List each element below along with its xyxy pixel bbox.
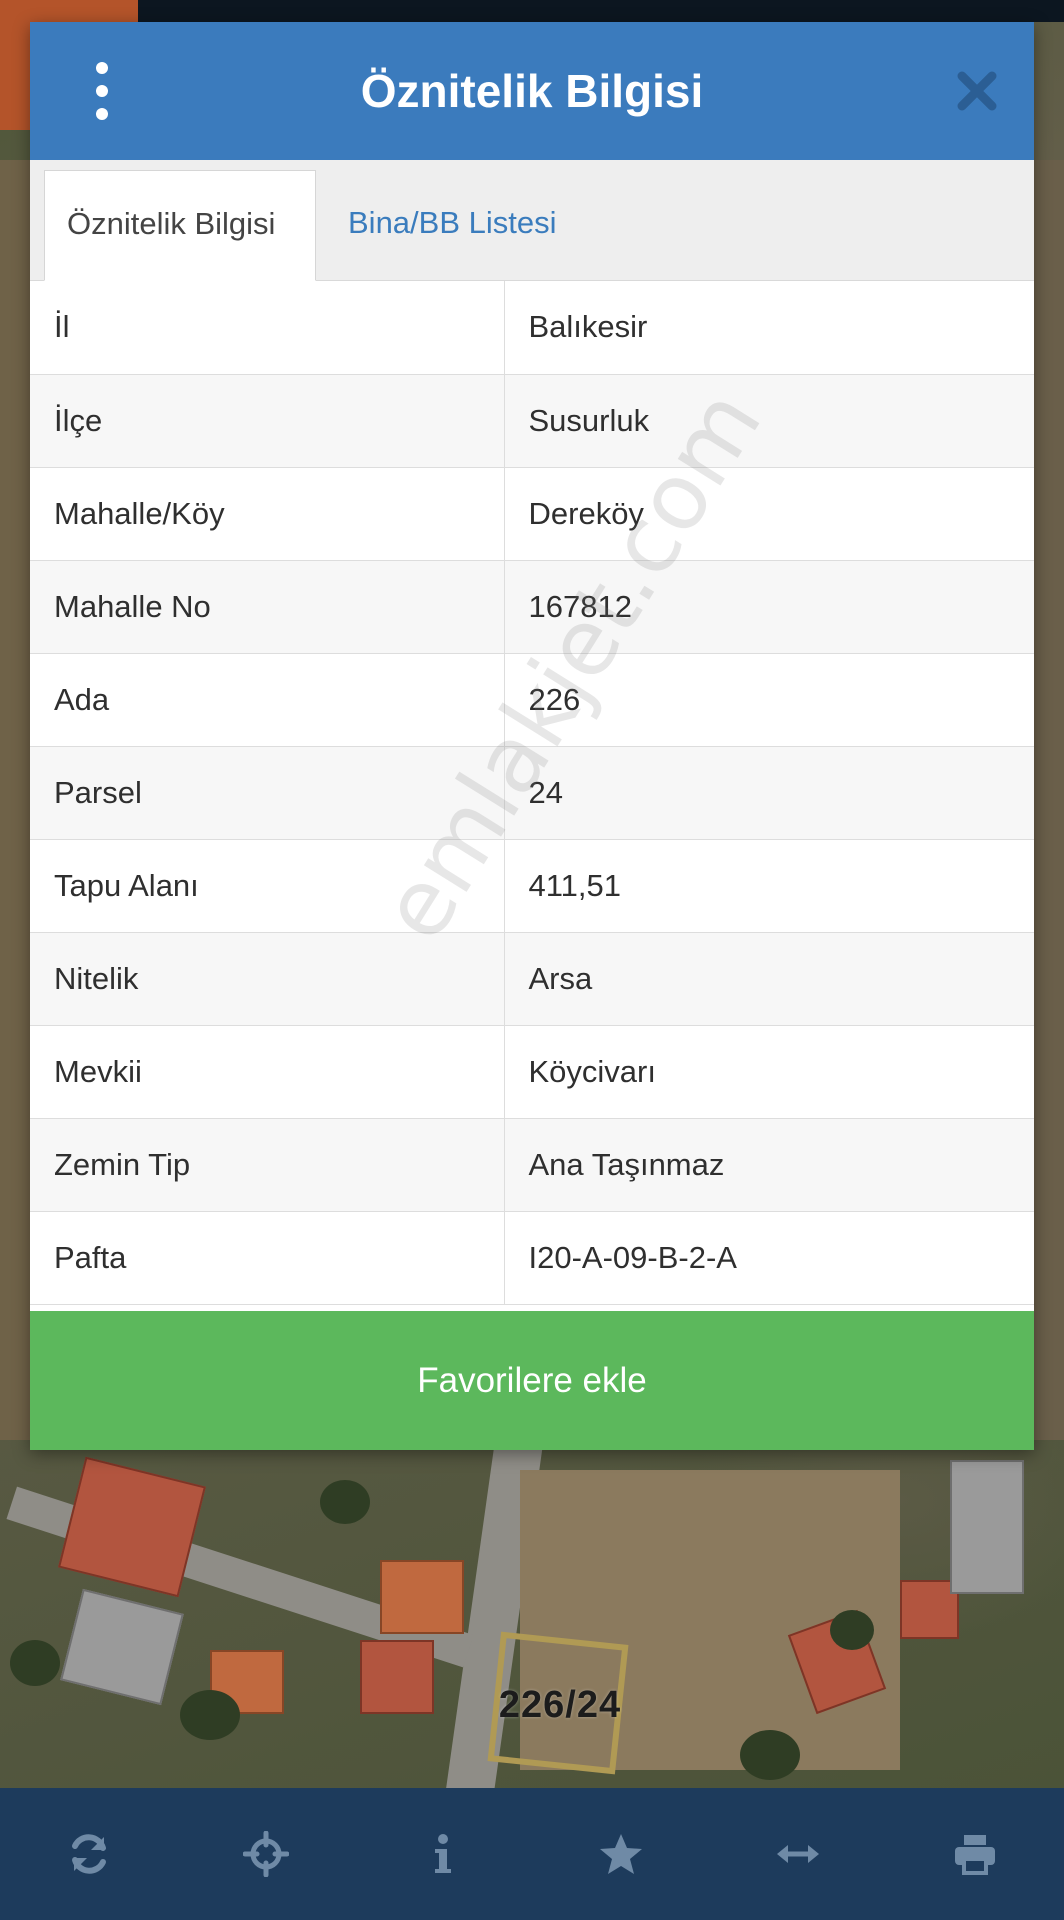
bottom-toolbar — [0, 1788, 1064, 1920]
dialog-header: Öznitelik Bilgisi — [30, 22, 1034, 160]
table-row: Mahalle No 167812 — [30, 560, 1034, 654]
map-parcel-label: 226/24 — [498, 1684, 622, 1726]
attribute-value: 411,51 — [504, 839, 1034, 933]
attribute-value: 24 — [504, 746, 1034, 840]
table-row: Mahalle/Köy Dereköy — [30, 467, 1034, 561]
print-icon[interactable] — [930, 1809, 1020, 1899]
table-row: Mevkii Köycivarı — [30, 1025, 1034, 1119]
attribute-key: İl — [30, 281, 505, 375]
attribute-key: Nitelik — [30, 932, 505, 1026]
attribute-value: Ana Taşınmaz — [504, 1118, 1034, 1212]
table-row: Ada 226 — [30, 653, 1034, 747]
map-field — [0, 160, 30, 1440]
attribute-key: Zemin Tip — [30, 1118, 505, 1212]
tab-attribute-info[interactable]: Öznitelik Bilgisi — [44, 170, 316, 281]
map-building — [360, 1640, 434, 1714]
table-row: İl Balıkesir — [30, 281, 1034, 375]
map-tree — [10, 1640, 60, 1686]
dialog-title: Öznitelik Bilgisi — [360, 65, 704, 117]
refresh-icon[interactable] — [44, 1809, 134, 1899]
attribute-value: 167812 — [504, 560, 1034, 654]
attribute-value: Köycivarı — [504, 1025, 1034, 1119]
table-row: Parsel 24 — [30, 746, 1034, 840]
map-edge — [0, 0, 1064, 22]
attribute-key: Pafta — [30, 1211, 505, 1305]
map-field — [1034, 160, 1064, 1440]
attribute-value: Susurluk — [504, 374, 1034, 468]
table-row: Pafta I20-A-09-B-2-A — [30, 1211, 1034, 1305]
table-row: İlçe Susurluk — [30, 374, 1034, 468]
attribute-key: Mahalle/Köy — [30, 467, 505, 561]
map-tree — [740, 1730, 800, 1780]
map-building — [950, 1460, 1024, 1594]
locate-crosshair-icon[interactable] — [221, 1809, 311, 1899]
attribute-value: Balıkesir — [504, 281, 1034, 375]
attribute-value: Dereköy — [504, 467, 1034, 561]
map-tree — [830, 1610, 874, 1650]
add-to-favorites-button[interactable]: Favorilere ekle — [30, 1311, 1034, 1450]
map-building — [380, 1560, 464, 1634]
measure-arrows-icon[interactable] — [753, 1809, 843, 1899]
attribute-key: Parsel — [30, 746, 505, 840]
attribute-value: I20-A-09-B-2-A — [504, 1211, 1034, 1305]
attribute-value: Arsa — [504, 932, 1034, 1026]
attribute-key: Mahalle No — [30, 560, 505, 654]
table-row: Nitelik Arsa — [30, 932, 1034, 1026]
star-icon[interactable] — [576, 1809, 666, 1899]
attribute-key: İlçe — [30, 374, 505, 468]
attribute-dialog: Öznitelik Bilgisi Öznitelik Bilgisi Bina… — [30, 22, 1034, 1450]
attribute-key: Tapu Alanı — [30, 839, 505, 933]
map-tree — [320, 1480, 370, 1524]
info-icon[interactable] — [398, 1809, 488, 1899]
tab-bar: Öznitelik Bilgisi Bina/BB Listesi — [30, 160, 1034, 281]
table-row: Tapu Alanı 411,51 — [30, 839, 1034, 933]
attribute-key: Ada — [30, 653, 505, 747]
close-icon[interactable] — [954, 68, 1000, 114]
attribute-key: Mevkii — [30, 1025, 505, 1119]
tab-building-list[interactable]: Bina/BB Listesi — [326, 170, 579, 276]
table-row: Zemin Tip Ana Taşınmaz — [30, 1118, 1034, 1212]
attribute-value: 226 — [504, 653, 1034, 747]
map-building — [60, 1588, 184, 1706]
map-tree — [180, 1690, 240, 1740]
attribute-table: İl Balıkesir İlçe Susurluk Mahalle/Köy D… — [30, 281, 1034, 1305]
